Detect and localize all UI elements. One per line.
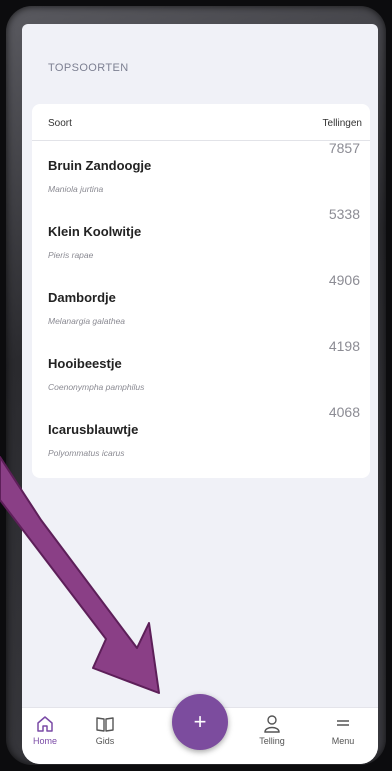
book-icon [96,717,114,732]
user-icon [264,715,280,733]
nav-telling[interactable]: Telling [247,714,297,746]
table-row[interactable]: Dambordje Melanargia galathea 4906 [32,272,370,338]
top-species-card: Soort Tellingen Bruin Zandoogje Maniola … [32,104,370,478]
species-name: Dambordje [48,290,116,305]
add-count-button[interactable]: + [172,694,228,750]
nav-gids[interactable]: Gids [80,714,130,746]
species-name: Icarusblauwtje [48,422,139,437]
app-screen: TOPSOORTEN Soort Tellingen Bruin Zandoog… [22,24,378,764]
table-row[interactable]: Klein Koolwitje Pieris rapae 5338 [32,206,370,272]
species-count: 4906 [328,272,360,288]
table-row[interactable]: Icarusblauwtje Polyommatus icarus 4068 [32,404,370,470]
species-latin-name: Melanargia galathea [48,316,126,326]
species-count: 5338 [328,206,360,222]
table-header: Soort Tellingen [32,104,370,141]
species-latin-name: Maniola jurtina [48,184,104,194]
table-row[interactable]: Hooibeestje Coenonympha pamphilus 4198 [32,338,370,404]
species-latin-name: Polyommatus icarus [48,448,125,458]
species-count: 7857 [328,140,360,156]
home-icon [37,716,53,732]
nav-home-label: Home [32,736,57,746]
plus-icon: + [193,709,207,734]
species-latin-name: Coenonympha pamphilus [48,382,145,392]
species-latin-name: Pieris rapae [48,250,94,260]
nav-menu[interactable]: Menu [318,714,368,746]
species-name: Hooibeestje [48,356,122,371]
menu-icon [337,720,349,726]
species-name: Klein Koolwitje [48,224,142,239]
nav-menu-label: Menu [331,736,355,746]
species-count: 4068 [328,404,360,420]
species-name: Bruin Zandoogje [48,158,152,173]
column-header-counts: Tellingen [322,118,362,129]
nav-gids-label: Gids [95,736,115,746]
nav-telling-label: Telling [259,736,285,746]
species-count: 4198 [328,338,360,354]
nav-home[interactable]: Home [22,714,70,746]
section-title: TOPSOORTEN [48,62,129,74]
table-row[interactable]: Bruin Zandoogje Maniola jurtina 7857 [32,140,370,206]
column-header-species: Soort [48,118,72,129]
